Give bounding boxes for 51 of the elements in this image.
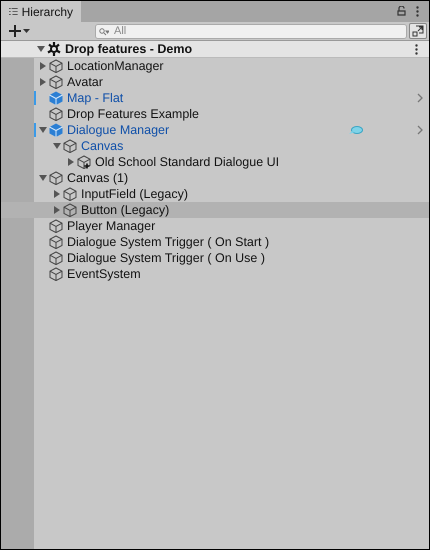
object-name[interactable]: Canvas [81, 136, 124, 156]
object-name[interactable]: Map - Flat [67, 88, 124, 108]
more-icon[interactable] [416, 6, 419, 17]
caret-icon [23, 29, 30, 33]
cube-icon [63, 203, 77, 217]
cube-icon [49, 75, 63, 89]
object-name[interactable]: InputField (Legacy) [81, 184, 188, 204]
expand-arrow-icon[interactable] [39, 78, 47, 86]
scene-icon [47, 42, 61, 56]
object-name[interactable]: Dialogue Manager [67, 120, 170, 140]
expand-arrow-icon[interactable] [67, 158, 75, 166]
object-name[interactable]: EventSystem [67, 264, 141, 284]
collapse-arrow-icon[interactable] [37, 45, 45, 53]
cube-icon [49, 59, 63, 73]
object-name[interactable]: Button (Legacy) [81, 200, 170, 220]
object-name[interactable]: Player Manager [67, 216, 156, 236]
chevron-right-icon[interactable] [417, 93, 423, 103]
cube-icon [49, 267, 63, 281]
expand-arrow-icon[interactable] [39, 62, 47, 70]
search-icon [99, 28, 109, 36]
expand-arrow-icon[interactable] [53, 206, 61, 214]
object-name[interactable]: Dialogue System Trigger ( On Use ) [67, 248, 265, 268]
expand-arrow-icon[interactable] [53, 190, 61, 198]
object-name[interactable]: Dialogue System Trigger ( On Start ) [67, 232, 270, 252]
search-field[interactable]: All [95, 24, 407, 38]
cube-plus-icon [77, 155, 91, 169]
lock-icon[interactable] [397, 6, 406, 16]
cube-icon [49, 123, 63, 137]
expand-window-button[interactable] [409, 23, 427, 39]
more-icon[interactable] [415, 44, 418, 54]
hierarchy-tab[interactable]: Hierarchy [1, 1, 81, 22]
object-name[interactable]: Old School Standard Dialogue UI [95, 152, 280, 172]
collapse-arrow-icon[interactable] [53, 142, 61, 150]
object-name[interactable]: Canvas (1) [67, 168, 128, 188]
object-name[interactable]: Drop Features Example [67, 104, 200, 124]
cube-icon [49, 171, 63, 185]
cube-icon [49, 251, 63, 265]
collapse-arrow-icon[interactable] [39, 126, 47, 134]
cube-icon [49, 107, 63, 121]
hovered-row[interactable]: Button (Legacy) [1, 202, 429, 218]
cube-icon [49, 235, 63, 249]
collapse-arrow-icon[interactable] [39, 174, 47, 182]
list-icon [9, 7, 18, 16]
plus-icon [9, 25, 21, 37]
object-name[interactable]: Avatar [67, 72, 103, 92]
cube-icon [63, 139, 77, 153]
cube-icon [49, 91, 63, 105]
chevron-right-icon[interactable] [417, 125, 423, 135]
object-name[interactable]: LocationManager [67, 56, 164, 76]
cube-icon [49, 219, 63, 233]
cube-icon [63, 187, 77, 201]
